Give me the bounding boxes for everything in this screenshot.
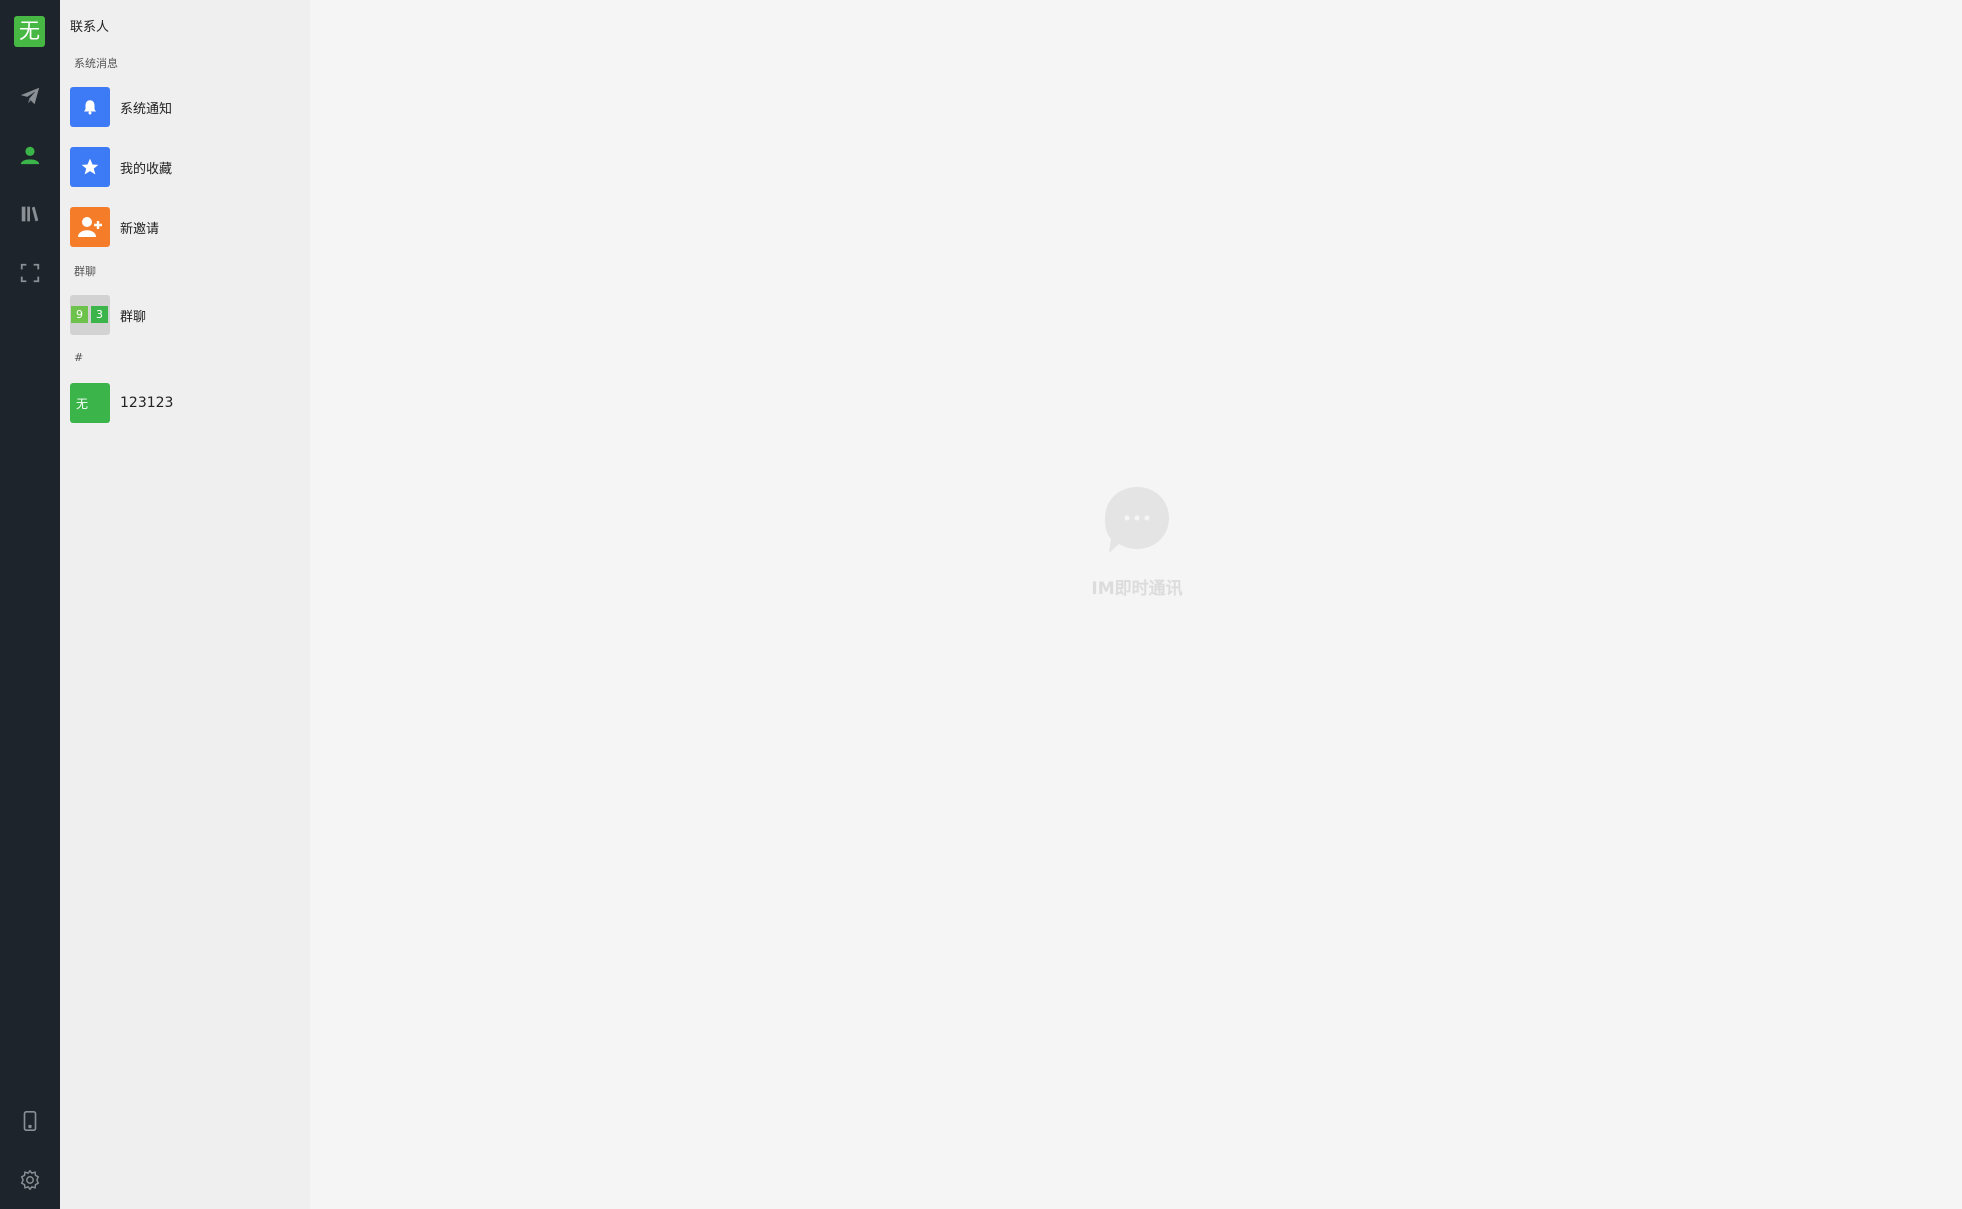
fullscreen-icon[interactable] [12, 255, 48, 291]
contacts-panel: 联系人 系统消息 系统通知 我的收藏 新邀请 群聊 9 3 群聊 # 无 123… [60, 0, 310, 1209]
app-window: 无 联系人 系统消息 系统通知 我的收藏 新邀请 群聊 9 3 群聊 # 无 1… [0, 0, 1962, 1209]
section-label-system: 系统消息 [74, 57, 118, 70]
panel-title: 联系人 [70, 20, 110, 35]
contact-system-notice[interactable]: 系统通知 [70, 86, 300, 128]
section-label-hash: # [74, 351, 84, 364]
phone-icon[interactable] [12, 1103, 48, 1139]
chat-bubble-icon [1105, 487, 1169, 553]
friend-avatar: 无 [70, 383, 110, 423]
empty-state-text: IM即时通讯 [1091, 579, 1183, 599]
settings-icon[interactable] [12, 1162, 48, 1198]
paper-plane-icon[interactable] [12, 78, 48, 114]
star-icon [70, 147, 110, 187]
contacts-icon[interactable] [12, 137, 48, 173]
contact-name: 我的收藏 [120, 161, 173, 177]
group-avatar: 9 3 [70, 295, 110, 335]
section-label-groups: 群聊 [74, 265, 96, 278]
contact-name: 123123 [120, 395, 174, 411]
contact-new-invites[interactable]: 新邀请 [70, 206, 300, 248]
chat-main-area: IM即时通讯 [310, 0, 1962, 1209]
contact-name: 系统通知 [120, 101, 173, 117]
contact-name: 群聊 [120, 309, 147, 325]
nav-rail: 无 [0, 0, 60, 1209]
library-icon[interactable] [12, 196, 48, 232]
bell-icon [70, 87, 110, 127]
contact-group-chat[interactable]: 9 3 群聊 [70, 294, 300, 336]
contact-friend[interactable]: 无 123123 [70, 382, 300, 424]
add-user-icon [70, 207, 110, 247]
group-avatar-cell: 9 [71, 306, 88, 323]
contact-name: 新邀请 [120, 221, 160, 237]
user-avatar[interactable]: 无 [14, 16, 45, 47]
contact-favorites[interactable]: 我的收藏 [70, 146, 300, 188]
group-avatar-cell: 3 [91, 306, 108, 323]
